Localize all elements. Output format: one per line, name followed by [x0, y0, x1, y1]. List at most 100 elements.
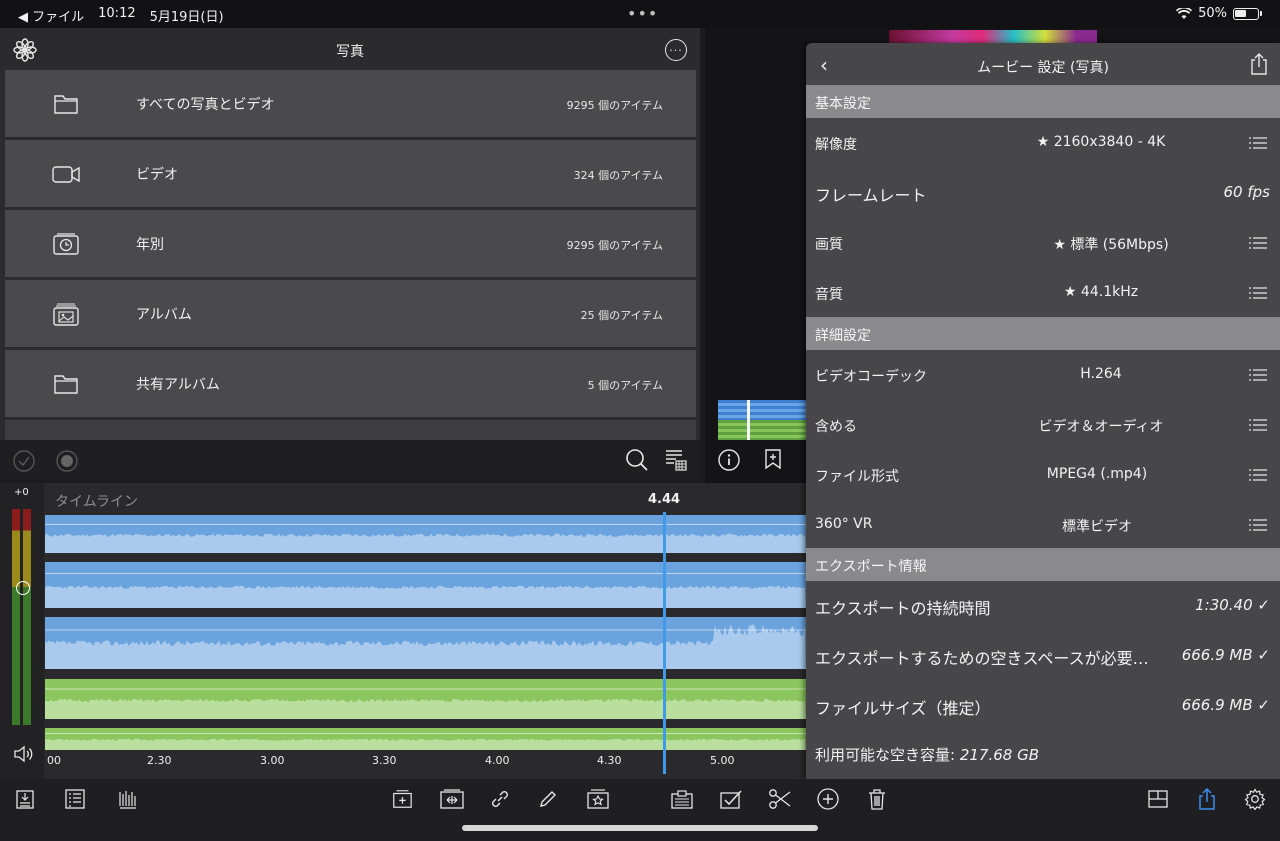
setting-value: ビデオ＆オーディオ	[1038, 419, 1164, 435]
trash-icon[interactable]	[866, 788, 888, 810]
list-item-partial	[5, 420, 696, 440]
mini-playhead	[747, 400, 750, 440]
video-track-2[interactable]	[45, 562, 806, 608]
time-ruler[interactable]: 00 2.30 3.00 3.30 4.00 4.30 5.00	[45, 752, 806, 779]
audio-bars-icon[interactable]	[117, 788, 139, 810]
clipboard-icon[interactable]	[670, 788, 694, 810]
list-item-count: 25 個のアイテム	[580, 309, 663, 322]
info-icon[interactable]	[718, 449, 740, 471]
list-item-count: 9295 個のアイテム	[566, 99, 663, 112]
photos-browser: 写真 ··· すべての写真とビデオ 9295 個のアイテム ビデオ 324 個の…	[0, 28, 700, 480]
timeline-label: タイムライン	[55, 494, 139, 510]
setting-value: ★ 2160x3840 - 4K	[1036, 134, 1166, 150]
ruler-tick: 4.30	[597, 754, 622, 767]
project-list-icon[interactable]	[64, 788, 86, 810]
layout-icon[interactable]	[1147, 788, 1169, 810]
setting-file-format[interactable]: ファイル形式 MPEG4 (.mp4)	[806, 450, 1280, 500]
ruler-tick: 00	[47, 754, 61, 767]
mini-timeline-audio	[718, 420, 808, 440]
meter-bar-right	[23, 509, 31, 725]
ruler-tick: 4.00	[485, 754, 510, 767]
status-bar: ◀ ファイル 10:12 5月19日(日) ••• 50%	[0, 0, 1280, 28]
speaker-icon[interactable]	[12, 743, 34, 765]
bookmark-add-icon[interactable]	[763, 448, 783, 472]
audio-level-meter: +0	[0, 483, 44, 779]
setting-label: 360° VR	[815, 516, 873, 532]
meter-db-label: +0	[14, 487, 29, 498]
checkmark-circle-icon[interactable]	[13, 450, 35, 472]
export-share-icon[interactable]	[1196, 788, 1218, 810]
setting-framerate[interactable]: フレームレート 60 fps	[806, 168, 1280, 218]
setting-label: エクスポートするための空きスペースが必要…	[815, 649, 1149, 668]
photos-header: 写真 ···	[0, 28, 700, 70]
setting-audio-quality[interactable]: 音質 ★ 44.1kHz	[806, 268, 1280, 318]
favorite-clip-icon[interactable]	[586, 788, 610, 810]
section-label: 詳細設定	[815, 328, 871, 344]
status-date: 5月19日(日)	[149, 10, 224, 25]
settings-title: ムービー 設定 (写真)	[977, 60, 1109, 76]
ruler-tick: 3.30	[372, 754, 397, 767]
import-media-icon[interactable]	[14, 788, 36, 810]
free-space-label: 利用可能な空き容量:	[815, 746, 956, 764]
timeline-playhead[interactable]	[663, 512, 666, 774]
setting-label: 画質	[815, 237, 843, 253]
gear-icon[interactable]	[1244, 788, 1266, 810]
record-circle-icon[interactable]	[56, 450, 78, 472]
add-circle-icon[interactable]	[817, 788, 839, 810]
search-icon[interactable]	[625, 448, 649, 472]
audio-track-2[interactable]	[45, 728, 806, 750]
list-item-all-photos[interactable]: すべての写真とビデオ 9295 個のアイテム	[5, 70, 696, 137]
list-item-count: 5 個のアイテム	[587, 379, 663, 392]
add-clip-icon[interactable]	[391, 788, 413, 810]
settings-header: ‹ ムービー 設定 (写真)	[806, 43, 1280, 85]
link-icon[interactable]	[489, 788, 511, 810]
video-track-3[interactable]	[45, 617, 806, 669]
setting-resolution[interactable]: 解像度 ★ 2160x3840 - 4K	[806, 118, 1280, 168]
setting-quality[interactable]: 画質 ★ 標準 (56Mbps)	[806, 218, 1280, 268]
home-indicator[interactable]	[462, 825, 818, 831]
movie-settings-panel: ‹ ムービー 設定 (写真) 基本設定 解像度 ★ 2160x3840 - 4K…	[806, 43, 1280, 779]
setting-label: フレームレート	[815, 186, 927, 205]
ruler-tick: 3.00	[260, 754, 285, 767]
audio-track-1[interactable]	[45, 679, 806, 719]
list-menu-icon[interactable]	[1249, 236, 1267, 250]
multitasking-dots-icon[interactable]: •••	[627, 4, 658, 23]
list-item-videos[interactable]: ビデオ 324 個のアイテム	[5, 140, 696, 207]
list-menu-icon[interactable]	[1249, 418, 1267, 432]
list-item-shared-albums[interactable]: 共有アルバム 5 個のアイテム	[5, 350, 696, 417]
list-item-count: 324 個のアイテム	[573, 169, 663, 182]
more-options-icon[interactable]: ···	[665, 39, 687, 61]
battery-icon	[1233, 7, 1259, 20]
setting-360-vr[interactable]: 360° VR 標準ビデオ	[806, 500, 1280, 550]
share-icon[interactable]	[1249, 52, 1269, 76]
list-item-label: 共有アルバム	[136, 377, 220, 393]
list-item-label: アルバム	[136, 307, 192, 323]
volume-knob[interactable]	[16, 581, 30, 595]
setting-value: H.264	[1080, 366, 1122, 382]
info-space-needed: エクスポートするための空きスペースが必要… 666.9 MB ✓	[806, 631, 1280, 681]
list-menu-icon[interactable]	[1249, 468, 1267, 482]
list-menu-icon[interactable]	[1249, 286, 1267, 300]
free-space-value: 217.68 GB	[959, 746, 1040, 764]
list-menu-icon[interactable]	[1249, 518, 1267, 532]
battery-percent: 50%	[1198, 6, 1227, 21]
list-menu-icon[interactable]	[1249, 136, 1267, 150]
trim-clip-icon[interactable]	[439, 788, 465, 810]
bottom-toolbar	[0, 779, 1280, 841]
list-item-albums[interactable]: アルバム 25 個のアイテム	[5, 280, 696, 347]
section-label: エクスポート情報	[815, 559, 927, 575]
album-stack-icon	[53, 303, 79, 326]
pencil-icon[interactable]	[537, 788, 559, 810]
back-to-app-link[interactable]: ◀ ファイル	[18, 6, 84, 25]
scissors-icon[interactable]	[768, 788, 792, 810]
setting-label: 音質	[815, 287, 843, 303]
select-checkbox-icon[interactable]	[719, 788, 743, 810]
setting-include[interactable]: 含める ビデオ＆オーディオ	[806, 400, 1280, 450]
setting-video-codec[interactable]: ビデオコーデック H.264	[806, 350, 1280, 400]
setting-value: 666.9 MB ✓	[1181, 646, 1270, 664]
list-menu-icon[interactable]	[1249, 368, 1267, 382]
list-item-by-year[interactable]: 年別 9295 個のアイテム	[5, 210, 696, 277]
status-time: 10:12	[98, 6, 136, 21]
list-filter-icon[interactable]	[664, 448, 688, 472]
video-track-1[interactable]	[45, 515, 806, 553]
